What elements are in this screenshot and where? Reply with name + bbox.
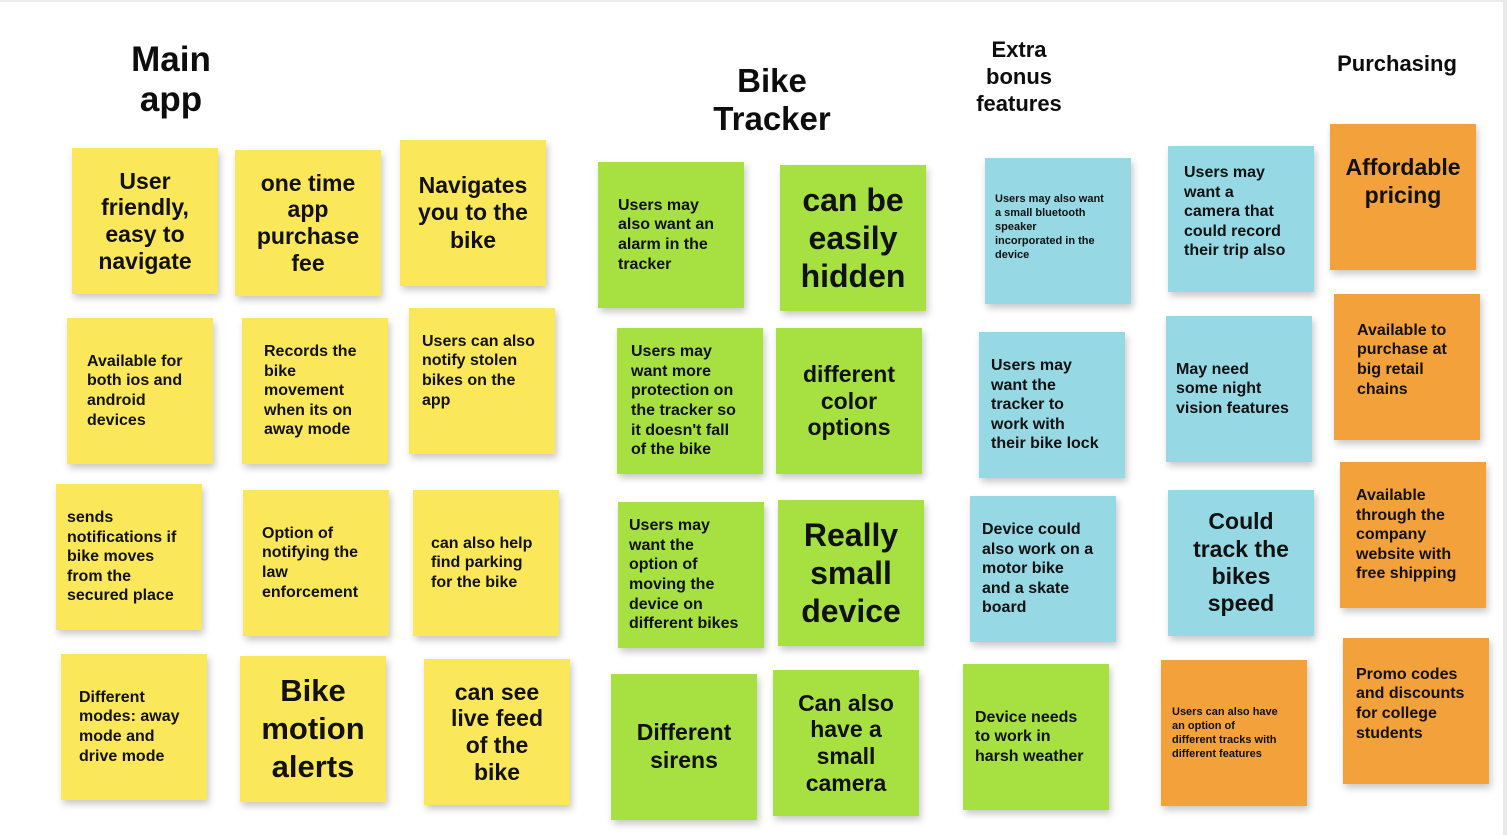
sticky-note[interactable]: can see live feed of the bike [424,659,570,805]
sticky-note[interactable]: Could track the bikes speed [1168,490,1314,636]
sticky-note[interactable]: can also help find parking for the bike [413,490,559,636]
sticky-note[interactable]: Option of notifying the law enforcement [243,490,389,636]
sticky-note-text: Users can also have an option of differe… [1172,705,1278,761]
sticky-note[interactable]: can be easily hidden [780,165,926,311]
sticky-note-text: Can also have a small camera [798,689,894,796]
sticky-note-text: Device needs to work in harsh weather [975,708,1084,765]
sticky-note-text: Could track the bikes speed [1193,508,1289,617]
sticky-note[interactable]: Different sirens [611,674,757,820]
sticky-note-text: can see live feed of the bike [450,678,544,785]
sticky-note-text: User friendly, easy to navigate [98,167,192,274]
sticky-note-text: different color options [803,360,895,441]
sticky-note-text: Device could also work on a motor bike a… [982,521,1094,617]
sticky-note-text: Navigates you to the bike [418,172,528,253]
sticky-note-text: Users may also want a small bluetooth sp… [995,192,1104,262]
column-title-main-app: Main app [131,40,211,120]
sticky-note[interactable]: one time app purchase fee [235,150,381,296]
sticky-note-text: Users can also notify stolen bikes on th… [422,332,535,409]
sticky-note-text: Really small device [801,516,901,630]
sticky-note[interactable]: Users may also want a small bluetooth sp… [985,158,1131,304]
sticky-note-text: can be easily hidden [800,181,906,295]
sticky-note[interactable]: Affordable pricing [1330,124,1476,270]
sticky-note[interactable]: Users may also want an alarm in the trac… [598,162,744,308]
sticky-note-text: Option of notifying the law enforcement [262,524,359,601]
sticky-note-text: Different modes: away mode and drive mod… [79,688,180,765]
sticky-note[interactable]: Bike motion alerts [240,656,386,802]
sticky-note[interactable]: Navigates you to the bike [400,140,546,286]
sticky-note-text: Users may want more protection on the tr… [631,343,736,459]
sticky-note[interactable]: Available through the company website wi… [1340,462,1486,608]
sticky-note-text: can also help find parking for the bike [431,534,533,591]
column-title-extra-bonus-features: Extra bonus features [976,37,1062,117]
sticky-note[interactable]: Different modes: away mode and drive mod… [61,654,207,800]
board-scroll-edge [1503,0,1507,835]
sticky-note[interactable]: Really small device [778,500,924,646]
column-title-purchasing: Purchasing [1337,51,1457,76]
sticky-note[interactable]: Users may want more protection on the tr… [617,328,763,474]
board-top-border [0,0,1507,2]
sticky-note[interactable]: Records the bike movement when its on aw… [242,318,388,464]
sticky-note-text: Bike motion alerts [261,673,365,784]
sticky-note[interactable]: Available to purchase at big retail chai… [1334,294,1480,440]
sticky-note-text: Available to purchase at big retail chai… [1357,321,1447,398]
sticky-note-text: Available for both ios and android devic… [87,352,183,429]
sticky-note[interactable]: Users can also notify stolen bikes on th… [409,308,555,454]
sticky-note[interactable]: Available for both ios and android devic… [67,318,213,464]
sticky-note[interactable]: sends notifications if bike moves from t… [56,484,202,630]
sticky-note[interactable]: May need some night vision features [1166,316,1312,462]
column-title-bike-tracker: Bike Tracker [713,62,831,137]
sticky-note[interactable]: Promo codes and discounts for college st… [1343,638,1489,784]
sticky-note-text: Users may also want an alarm in the trac… [618,196,715,273]
sticky-note-text: sends notifications if bike moves from t… [67,509,177,605]
sticky-note[interactable]: different color options [776,328,922,474]
sticky-note[interactable]: User friendly, easy to navigate [72,148,218,294]
sticky-note-text: Users may want the tracker to work with … [991,357,1099,453]
sticky-note-text: Promo codes and discounts for college st… [1356,665,1465,742]
sticky-note[interactable]: Device could also work on a motor bike a… [970,496,1116,642]
sticky-note-text: Users may want a camera that could recor… [1184,164,1286,260]
sticky-note[interactable]: Can also have a small camera [773,670,919,816]
sticky-note[interactable]: Device needs to work in harsh weather [963,664,1109,810]
sticky-note-text: May need some night vision features [1176,360,1289,417]
sticky-note-text: Available through the company website wi… [1356,487,1457,583]
sticky-note-text: one time app purchase fee [256,169,360,276]
sticky-note[interactable]: Users may want the tracker to work with … [979,332,1125,478]
sticky-note[interactable]: Users can also have an option of differe… [1161,660,1307,806]
sticky-note-text: Different sirens [636,719,732,773]
sticky-note-text: Affordable pricing [1345,154,1461,208]
sticky-note-board: Main app Bike Tracker Extra bonus featur… [0,0,1507,835]
sticky-note-text: Records the bike movement when its on aw… [264,343,357,439]
sticky-note[interactable]: Users may want the option of moving the … [618,502,764,648]
sticky-note-text: Users may want the option of moving the … [629,517,739,633]
sticky-note[interactable]: Users may want a camera that could recor… [1168,146,1314,292]
